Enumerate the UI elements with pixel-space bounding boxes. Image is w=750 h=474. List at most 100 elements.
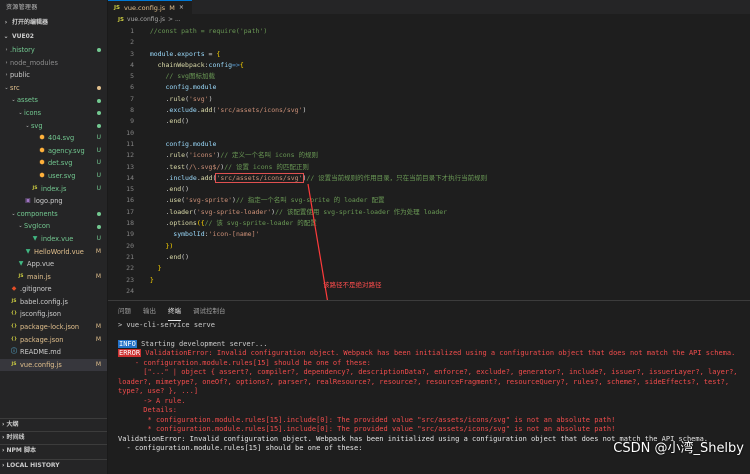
- panel-tab[interactable]: 调试控制台: [193, 301, 226, 321]
- line-text: //const path = require('path'): [142, 26, 267, 37]
- code-editor[interactable]: 1 //const path = require('path') 2 3 modul…: [108, 26, 750, 297]
- line-text: config.module: [142, 139, 216, 150]
- git-status-dot: [97, 98, 101, 103]
- line-number: 12: [126, 151, 134, 160]
- code-line: 13 .test(/\.svg$/)// 设置 icons 的匹配正则: [108, 162, 750, 173]
- code-line: 4 chainWebpack:config=>{: [108, 60, 750, 71]
- tree-item[interactable]: ⌄ assets: [0, 94, 107, 107]
- chevron-right-icon: ›: [5, 47, 8, 53]
- line-number: 14: [126, 173, 134, 182]
- tree-item-label: index.js: [41, 184, 67, 193]
- error-badge: ERROR: [118, 349, 142, 357]
- tree-item-label: svg: [31, 121, 43, 130]
- line-text: // svg图标加载: [142, 71, 215, 82]
- code-token: // 定义一个名叫 icons 的规则: [220, 151, 318, 160]
- open-editors-label: 打开的编辑器: [12, 19, 49, 26]
- code-line: 23 }: [108, 275, 750, 286]
- tree-item[interactable]: ⬢ det.svg U: [0, 157, 107, 170]
- code-token: (): [181, 185, 189, 194]
- code-token: 'svg-sprite': [185, 196, 233, 205]
- local-history-section[interactable]: › LOCAL HISTORY: [0, 459, 107, 470]
- tree-item[interactable]: › .history: [0, 44, 107, 57]
- tree-item-label: components: [17, 209, 58, 218]
- code-line: 14 .include.add('src/assets/icons/svg')/…: [108, 172, 750, 184]
- terminal-line: -> A rule.: [118, 396, 186, 405]
- tree-item[interactable]: {} package.json M: [0, 334, 107, 347]
- tree-item[interactable]: JS babel.config.js: [0, 296, 107, 309]
- code-token: .: [142, 117, 170, 126]
- code-token: }): [142, 241, 174, 250]
- line-text: .end(): [142, 116, 189, 127]
- breadcrumb-file[interactable]: vue.config.js: [127, 14, 165, 26]
- watermark: CSDN @小湾_Shelby: [613, 441, 744, 456]
- tree-item[interactable]: › public: [0, 69, 107, 82]
- error-text: ValidationError: Invalid configuration o…: [141, 349, 736, 357]
- line-text: .loader('svg-sprite-loader')// 该配置使用 svg…: [142, 207, 447, 218]
- code-line: 17 .loader('svg-sprite-loader')// 该配置使用 …: [108, 207, 750, 218]
- tree-item[interactable]: {} jsconfig.json: [0, 308, 107, 321]
- tree-item[interactable]: {} package-lock.json M: [0, 321, 107, 334]
- tree-item[interactable]: JS main.js M: [0, 271, 107, 284]
- line-text: .test(/\.svg$/)// 设置 icons 的匹配正则: [142, 162, 308, 173]
- tree-item[interactable]: ▼ HelloWorld.vue M: [0, 246, 107, 259]
- line-text: .end(): [142, 184, 189, 195]
- code-token: ({: [196, 219, 205, 228]
- code-token: 'svg': [188, 94, 209, 103]
- code-line: 15 .end(): [108, 184, 750, 195]
- tree-item[interactable]: ⬢ user.svg U: [0, 170, 107, 183]
- code-token: end: [169, 252, 182, 261]
- file-tree: › .history › node_modules › public ⌄ src ⌄ assets…: [0, 44, 107, 372]
- tree-item-label: babel.config.js: [20, 297, 68, 306]
- tree-item[interactable]: ⌄ icons: [0, 107, 107, 120]
- panel-tab[interactable]: 输出: [143, 301, 156, 321]
- code-token: // 该配置使用 svg-sprite-loader 作为处理 loader: [275, 207, 448, 216]
- tree-item[interactable]: JS index.js U: [0, 183, 107, 196]
- tree-item[interactable]: ⌄ components: [0, 208, 107, 221]
- tree-item[interactable]: JS vue.config.js M: [0, 358, 107, 372]
- panel-tab[interactable]: 终端: [168, 301, 181, 321]
- breadcrumb-rest[interactable]: > ...: [168, 14, 181, 26]
- git-status-badge: U: [96, 234, 101, 242]
- tree-item-label: App.vue: [27, 260, 55, 269]
- line-number: 16: [126, 196, 134, 205]
- timeline-label: 时间线: [6, 433, 25, 441]
- timeline-section[interactable]: › 时间线: [0, 431, 107, 442]
- tree-item-label: SvgIcon: [24, 222, 51, 231]
- chevron-down-icon: ⌄: [18, 223, 23, 230]
- terminal-line: - configuration.module.rules[15] should …: [118, 358, 371, 367]
- chevron-down-icon: ⌄: [18, 109, 23, 116]
- tree-item[interactable]: ⬢ 404.svg U: [0, 132, 107, 145]
- tree-item[interactable]: ▼ index.vue U: [0, 233, 107, 246]
- terminal[interactable]: > vue-cli-service serve INFO Starting de…: [108, 321, 750, 454]
- open-editors-section[interactable]: › 打开的编辑器: [0, 16, 107, 30]
- line-text: }: [142, 275, 154, 286]
- tree-item[interactable]: ▣ logo.png: [0, 195, 107, 208]
- tree-item[interactable]: ⬢ agency.svg U: [0, 145, 107, 158]
- code-line: 10: [108, 128, 750, 139]
- code-token: ): [208, 94, 213, 103]
- tree-item[interactable]: ⌄ SvgIcon: [0, 220, 107, 233]
- tree-item[interactable]: ◆ .gitignore: [0, 283, 107, 296]
- tree-item[interactable]: › node_modules: [0, 57, 107, 70]
- git-status-badge: U: [96, 134, 101, 142]
- info-text: Starting development server...: [136, 339, 268, 348]
- npm-scripts-section[interactable]: › NPM 脚本: [0, 444, 107, 455]
- git-status-dot: [97, 212, 101, 217]
- project-section[interactable]: ⌄ VUE02: [0, 30, 107, 44]
- code-token: // 设置当前规则的作用目录，只在当前目录下才执行当前规则: [306, 173, 488, 182]
- code-token: .: [142, 162, 170, 171]
- panel-tab[interactable]: 问题: [118, 301, 131, 321]
- tab-vue-config[interactable]: JS vue.config.js M ×: [108, 0, 192, 14]
- tree-item[interactable]: ▼ App.vue: [0, 258, 107, 271]
- code-line: 18 .options({// 该 svg-sprite-loader 的配置: [108, 218, 750, 229]
- line-number: 5: [130, 72, 134, 81]
- vue-file-icon: ▼: [25, 247, 31, 255]
- svg-file-icon: ⬢: [39, 134, 45, 142]
- tree-item-label: jsconfig.json: [20, 310, 62, 319]
- outline-section[interactable]: › 大纲: [0, 418, 107, 429]
- close-icon[interactable]: ×: [179, 1, 184, 15]
- tree-item[interactable]: ⓘ README.md: [0, 346, 107, 359]
- tree-item[interactable]: ⌄ svg: [0, 120, 107, 133]
- tree-item[interactable]: ⌄ src: [0, 82, 107, 95]
- code-line: 9 .end(): [108, 116, 750, 127]
